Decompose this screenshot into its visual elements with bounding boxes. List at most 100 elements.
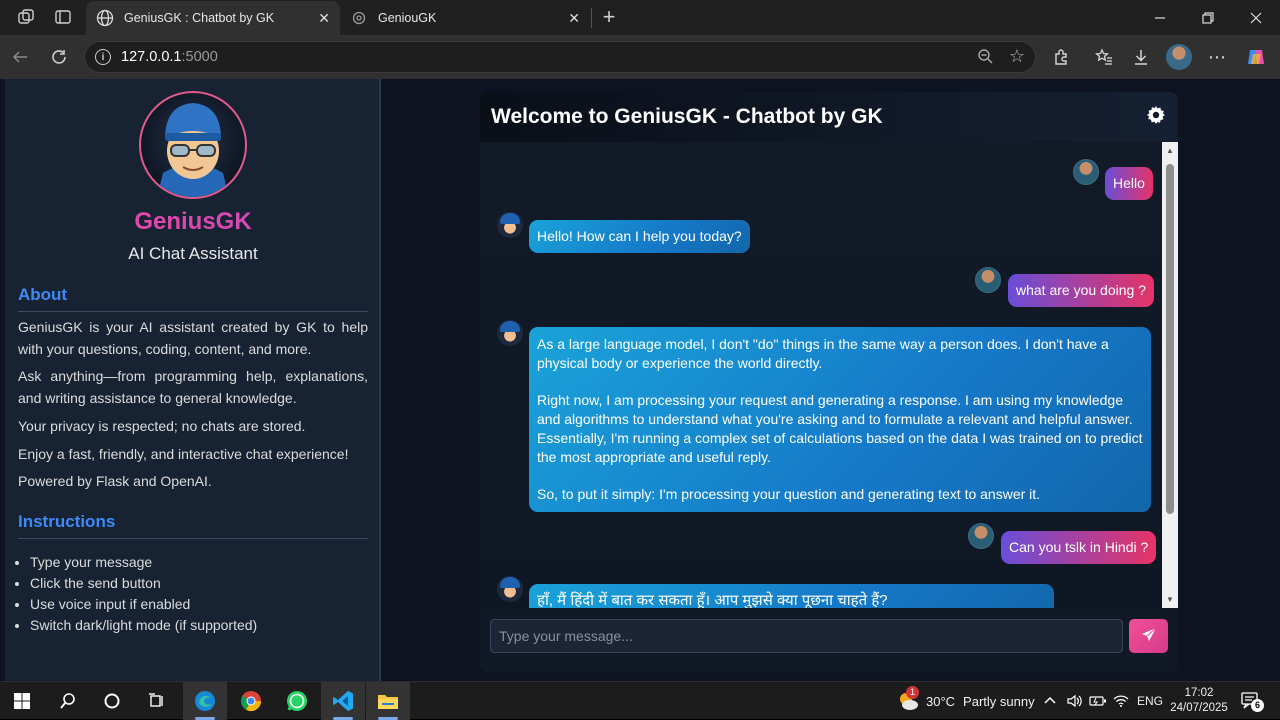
list-item: Switch dark/light mode (if supported): [30, 615, 368, 636]
taskbar: 1 30°C Partly sunny ENG 17:02 24/07/2025…: [0, 681, 1280, 720]
tab-title: GeniusGK : Chatbot by GK: [124, 11, 275, 25]
about-paragraph: GeniusGK is your AI assistant created by…: [18, 319, 368, 357]
about-paragraph: Ask anything—from programming help, expl…: [18, 368, 368, 406]
downloads-icon[interactable]: [1129, 45, 1153, 69]
temperature-text: 30°C: [926, 693, 956, 709]
list-item: Use voice input if enabled: [30, 594, 368, 615]
volume-icon[interactable]: [1066, 682, 1082, 720]
tab-title: GeniouGK: [378, 11, 437, 25]
chat-header: Welcome to GeniusGK - Chatbot by GK: [480, 92, 1178, 142]
about-paragraph: Your privacy is respected; no chats are …: [18, 418, 306, 434]
bot-avatar-large: [139, 91, 247, 199]
chrome-taskbar-icon[interactable]: [229, 682, 273, 720]
send-button[interactable]: [1129, 619, 1168, 653]
list-item: Click the send button: [30, 573, 368, 594]
restore-icon[interactable]: [1185, 0, 1231, 35]
user-message: Can you tslk in Hindi ?: [1001, 531, 1157, 564]
notification-center-icon[interactable]: 6: [1240, 682, 1264, 720]
wifi-icon[interactable]: [1113, 682, 1129, 720]
windows-start-icon[interactable]: [0, 682, 44, 720]
time-text: 17:02: [1184, 687, 1214, 699]
close-window-icon[interactable]: [1233, 0, 1279, 35]
tab-genioughk[interactable]: GeniouGK ✕: [340, 1, 590, 35]
chat-title: Welcome to GeniusGK - Chatbot by GK: [491, 105, 883, 128]
bot-message-paragraph: As a large language model, I don't "do" …: [537, 336, 1109, 371]
workspaces-icon[interactable]: [15, 6, 37, 28]
favorites-icon[interactable]: [1092, 45, 1116, 69]
task-view-icon[interactable]: [135, 682, 179, 720]
minimize-icon[interactable]: [1137, 0, 1183, 35]
browser-tab-bar: GeniusGK : Chatbot by GK ✕ GeniouGK ✕ +: [0, 0, 1280, 35]
new-tab-icon[interactable]: +: [598, 4, 620, 29]
send-icon: [1141, 627, 1157, 646]
bot-message: As a large language model, I don't "do" …: [529, 327, 1151, 512]
browser-toolbar: i 127.0.0.1:5000 ☆ ⋯: [0, 35, 1280, 79]
copilot-icon[interactable]: [1244, 45, 1268, 69]
input-row: [480, 608, 1178, 672]
favorite-star-icon[interactable]: ☆: [1009, 46, 1025, 67]
bot-message: हाँ, मैं हिंदी में बात कर सकता हूँ। आप म…: [529, 584, 1054, 608]
weather-badge: 1: [906, 686, 919, 699]
address-bar[interactable]: i 127.0.0.1:5000 ☆: [84, 41, 1036, 73]
profile-avatar[interactable]: [1166, 44, 1192, 70]
site-info-icon[interactable]: i: [95, 49, 111, 65]
edge-taskbar-icon[interactable]: [183, 682, 227, 720]
sidebar: GeniusGK AI Chat Assistant About GeniusG…: [5, 79, 381, 681]
vscode-taskbar-icon[interactable]: [321, 682, 365, 720]
tab-geniusgk-chatbot[interactable]: GeniusGK : Chatbot by GK ✕: [86, 1, 340, 35]
clock[interactable]: 17:02 24/07/2025: [1167, 682, 1231, 720]
search-icon[interactable]: [46, 682, 90, 720]
bot-message-paragraph: Right now, I am processing your request …: [537, 392, 1143, 465]
sidebar-subtitle: AI Chat Assistant: [128, 244, 258, 263]
notification-count: 6: [1251, 699, 1264, 712]
close-tab-icon[interactable]: ✕: [318, 10, 330, 27]
zoom-out-icon[interactable]: [977, 48, 993, 68]
more-menu-icon[interactable]: ⋯: [1205, 45, 1229, 69]
date-text: 24/07/2025: [1170, 702, 1228, 714]
refresh-icon[interactable]: [47, 45, 71, 69]
chat-panel: Welcome to GeniusGK - Chatbot by GK Hell…: [480, 92, 1178, 672]
instructions-heading: Instructions: [18, 512, 368, 539]
openai-icon: [350, 9, 368, 27]
user-avatar: [1073, 159, 1099, 185]
notification-icon: 6: [1240, 690, 1264, 712]
weather-text: Partly sunny: [963, 693, 1035, 709]
bot-message-paragraph: So, to put it simply: I'm processing you…: [537, 486, 1041, 502]
cortana-icon[interactable]: [90, 682, 134, 720]
weather-widget[interactable]: 1 30°C Partly sunny: [896, 682, 1035, 720]
whatsapp-taskbar-icon[interactable]: [275, 682, 319, 720]
scroll-up-icon[interactable]: ▲: [1166, 146, 1174, 155]
battery-icon[interactable]: [1089, 682, 1107, 720]
user-message: Hello: [1105, 167, 1153, 200]
globe-icon: [96, 9, 114, 27]
tab-actions-icon[interactable]: [52, 6, 74, 28]
instructions-list: Type your message Click the send button …: [18, 552, 368, 636]
about-paragraph: Enjoy a fast, friendly, and interactive …: [18, 446, 349, 462]
close-tab-icon[interactable]: ✕: [568, 10, 580, 27]
file-explorer-taskbar-icon[interactable]: [366, 682, 410, 720]
user-avatar: [968, 523, 994, 549]
list-item: Type your message: [30, 552, 368, 573]
bot-message: Hello! How can I help you today?: [529, 220, 750, 253]
bot-avatar: [497, 212, 523, 238]
url-text: 127.0.0.1:5000: [121, 49, 218, 65]
sidebar-bot-name: GeniusGK: [5, 208, 381, 236]
user-message: what are you doing ?: [1008, 274, 1154, 307]
web-page: GeniusGK AI Chat Assistant About GeniusG…: [0, 79, 1280, 681]
chat-scrollbar[interactable]: ▲ ▼: [1162, 142, 1178, 608]
language-indicator[interactable]: ENG: [1137, 682, 1163, 720]
show-hidden-icons[interactable]: [1043, 682, 1057, 720]
message-list: Hello Hello! How can I help you today? w…: [480, 142, 1162, 608]
extensions-icon[interactable]: [1049, 45, 1073, 69]
about-paragraph: Powered by Flask and OpenAI.: [18, 473, 212, 489]
about-heading: About: [18, 285, 368, 312]
gear-icon[interactable]: [1146, 105, 1166, 131]
tab-divider: [591, 8, 592, 28]
message-input[interactable]: [490, 619, 1123, 653]
scroll-down-icon[interactable]: ▼: [1166, 595, 1174, 604]
back-icon[interactable]: [8, 45, 32, 69]
weather-icon: 1: [896, 686, 920, 713]
bot-avatar: [497, 320, 523, 346]
scrollbar-thumb[interactable]: [1166, 164, 1174, 514]
user-avatar: [975, 267, 1001, 293]
